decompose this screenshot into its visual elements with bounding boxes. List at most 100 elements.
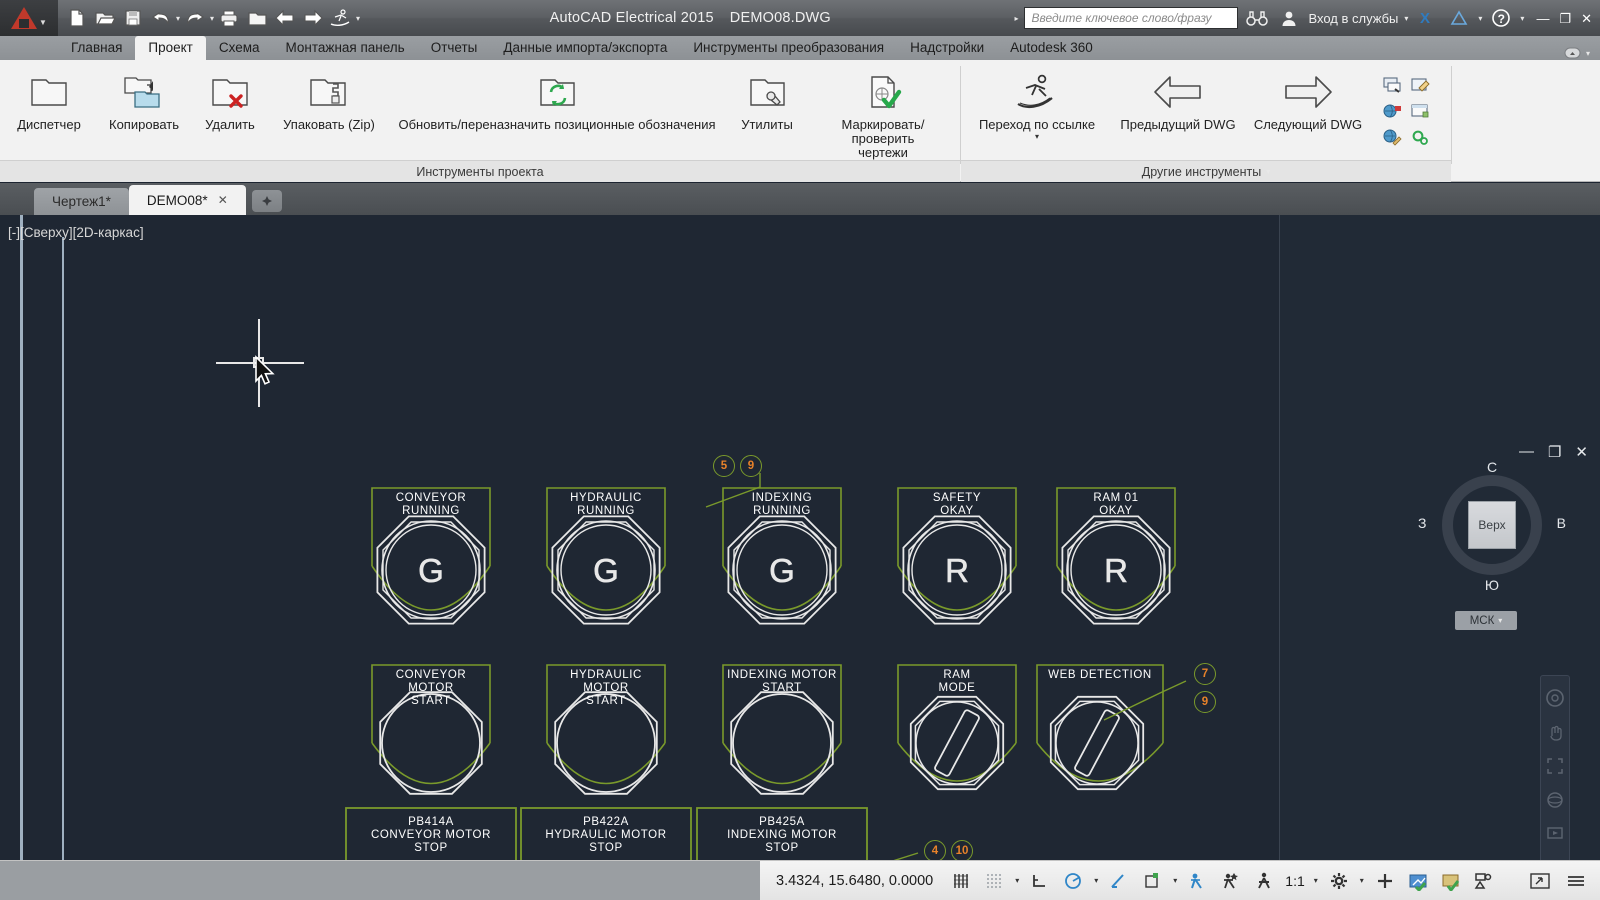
graphics-performance-icon[interactable] (1472, 869, 1496, 893)
object-snap-tracking-icon[interactable] (1186, 869, 1210, 893)
viewport-close-button[interactable]: ✕ (1575, 443, 1588, 461)
multiple-bus-icon[interactable] (1381, 74, 1403, 96)
view-cube-west-label[interactable]: З (1418, 515, 1426, 531)
qat-more-icon[interactable]: ▾ (356, 14, 360, 23)
selection-cycling-dropdown-icon[interactable]: ▾ (1173, 876, 1177, 885)
previous-dwg-icon[interactable] (272, 5, 298, 31)
open-icon[interactable] (92, 5, 118, 31)
signin-dropdown-icon[interactable]: ▾ (1404, 14, 1408, 23)
new-icon[interactable] (64, 5, 90, 31)
redo-dropdown-icon[interactable]: ▾ (210, 14, 214, 23)
surfer-icon[interactable] (328, 5, 354, 31)
view-cube-north-label[interactable]: С (1432, 459, 1552, 475)
tab-montazhnaya-panel[interactable]: Монтажная панель (273, 36, 418, 60)
clean-screen-icon[interactable] (1528, 869, 1552, 893)
isolate-objects-icon[interactable] (1439, 869, 1463, 893)
ribbon-button-zip[interactable]: Упаковать (Zip) (270, 68, 388, 132)
view-cube[interactable]: Верх С Ю З В (1418, 459, 1566, 593)
application-menu-button[interactable]: ▼ (0, 0, 58, 36)
object-snap-icon[interactable] (1107, 869, 1131, 893)
user-account-icon[interactable] (1276, 5, 1302, 31)
ribbon-button-drawing-surf[interactable]: Переход по ссылке ▾ (961, 68, 1113, 141)
tab-nadstroyki[interactable]: Надстройки (897, 36, 997, 60)
drawing-canvas[interactable]: [-][Сверху][2D-каркас] — ❐ ✕ Верх С Ю З … (0, 215, 1600, 860)
balloon-tag[interactable]: 9 (1194, 691, 1216, 713)
electrical-panel-drawing[interactable]: GGGRR (0, 215, 1280, 860)
project-manager-icon[interactable] (244, 5, 270, 31)
annotation-scale-dropdown-icon[interactable]: ▾ (1314, 876, 1318, 885)
balloon-tag[interactable]: 10 (951, 840, 973, 860)
ribbon-minimize-control[interactable]: ▾ (1563, 46, 1590, 60)
plot-icon[interactable] (216, 5, 242, 31)
ribbon-button-delete[interactable]: Удалить (190, 68, 270, 132)
title-block-icon[interactable] (1409, 100, 1431, 122)
annotation-scale-label[interactable]: 1:1 (1285, 873, 1304, 889)
tab-proekt[interactable]: Проект (135, 36, 206, 60)
add-tool-icon[interactable] (1373, 869, 1397, 893)
ribbon-button-next-dwg[interactable]: Следующий DWG (1243, 68, 1373, 132)
search-input[interactable]: Введите ключевое слово/фразу (1024, 7, 1239, 29)
undo-dropdown-icon[interactable]: ▾ (176, 14, 180, 23)
balloon-tag[interactable]: 4 (924, 840, 946, 860)
balloon-tag[interactable]: 9 (740, 455, 762, 477)
workspace-dropdown-icon[interactable]: ▾ (1360, 876, 1364, 885)
wcs-selector[interactable]: МСК ▾ (1455, 611, 1517, 630)
ribbon-minimize-dropdown-icon[interactable]: ▾ (1586, 49, 1590, 58)
pan-icon[interactable] (1545, 722, 1565, 742)
new-tab-button[interactable] (251, 190, 282, 212)
close-button[interactable]: ✕ (1581, 12, 1592, 25)
snap-mode-icon[interactable] (982, 869, 1006, 893)
ucs-icon[interactable] (1219, 869, 1243, 893)
globe-flag-icon[interactable] (1381, 100, 1403, 122)
hardware-accel-icon[interactable] (1406, 869, 1430, 893)
dynamic-ucs-icon[interactable] (1252, 869, 1276, 893)
polar-dropdown-icon[interactable]: ▾ (1094, 876, 1098, 885)
orbit-icon[interactable] (1545, 790, 1565, 810)
view-cube-south-label[interactable]: Ю (1432, 577, 1552, 593)
ribbon-button-manager[interactable]: Диспетчер (0, 68, 98, 132)
command-line-area[interactable] (0, 860, 760, 900)
ortho-mode-icon[interactable] (1028, 869, 1052, 893)
view-cube-east-label[interactable]: В (1557, 515, 1566, 531)
tab-otchety[interactable]: Отчеты (418, 36, 491, 60)
chevron-down-icon[interactable]: ▼ (39, 18, 47, 27)
selection-cycling-icon[interactable] (1140, 869, 1164, 893)
next-dwg-icon[interactable] (300, 5, 326, 31)
globe-pencil-icon[interactable] (1381, 126, 1403, 148)
help-icon[interactable]: ? (1488, 5, 1514, 31)
showmotion-icon[interactable] (1545, 824, 1565, 844)
tab-shema[interactable]: Схема (206, 36, 273, 60)
tab-instrumenty-preobrazovaniya[interactable]: Инструменты преобразования (680, 36, 897, 60)
save-icon[interactable] (120, 5, 146, 31)
ribbon-button-copy[interactable]: Копировать (98, 68, 190, 132)
help-dropdown-icon[interactable]: ▾ (1520, 14, 1524, 23)
ribbon-button-previous-dwg[interactable]: Предыдущий DWG (1113, 68, 1243, 132)
view-cube-top-face[interactable]: Верх (1468, 501, 1516, 549)
snap-dropdown-icon[interactable]: ▾ (1015, 876, 1019, 885)
coordinates-readout[interactable]: 3.4324, 15.6480, 0.0000 (760, 873, 949, 889)
file-tab-demo08[interactable]: DEMO08* ✕ (128, 185, 246, 215)
grid-display-icon[interactable] (949, 869, 973, 893)
settings-gears-icon[interactable] (1409, 126, 1431, 148)
sign-in-label[interactable]: Вход в службы (1308, 11, 1398, 26)
tab-autodesk-360[interactable]: Autodesk 360 (997, 36, 1106, 60)
undo-icon[interactable] (148, 5, 174, 31)
tab-dannye-importa-eksporta[interactable]: Данные импорта/экспорта (490, 36, 680, 60)
ribbon-button-utilities[interactable]: Утилиты (726, 68, 808, 132)
navigation-bar[interactable] (1540, 675, 1570, 860)
chevron-down-icon[interactable]: ▾ (1498, 616, 1502, 625)
infocenter-expand-icon[interactable]: ▸ (1014, 14, 1018, 23)
customization-icon[interactable] (1564, 869, 1588, 893)
tab-glavnaya[interactable]: Главная (58, 36, 135, 60)
steering-wheel-icon[interactable] (1545, 688, 1565, 708)
workspace-gear-icon[interactable] (1327, 869, 1351, 893)
ribbon-button-retag[interactable]: Обновить/переназначить позиционные обозн… (388, 68, 726, 132)
redo-icon[interactable] (182, 5, 208, 31)
exchange-app-icon[interactable]: X (1414, 5, 1440, 31)
file-tab-chertezh1[interactable]: Чертеж1* (34, 188, 129, 215)
edit-drawing-icon[interactable] (1409, 74, 1431, 96)
chevron-down-icon[interactable]: ▾ (1035, 132, 1039, 141)
binoculars-icon[interactable] (1244, 5, 1270, 31)
chevron-down-icon[interactable]: ▾ (1266, 167, 1270, 176)
polar-tracking-icon[interactable] (1061, 869, 1085, 893)
